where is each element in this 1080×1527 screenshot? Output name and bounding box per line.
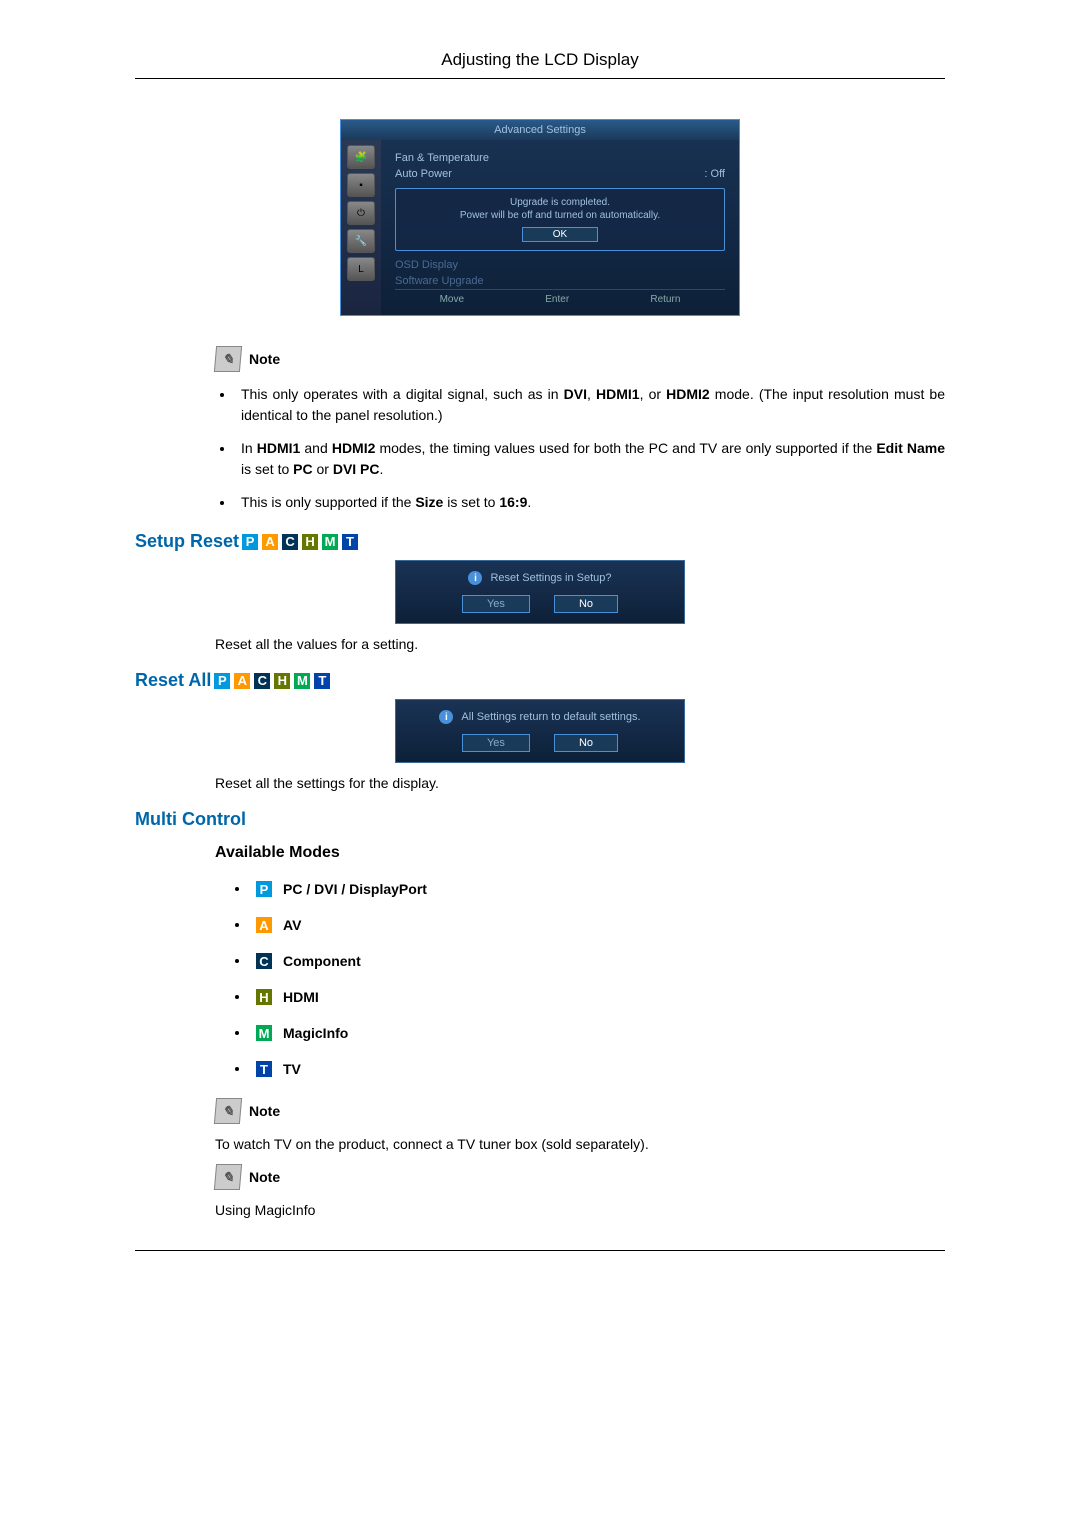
badge-p-icon: P <box>255 880 273 898</box>
osd-side-icon: 🧩 <box>347 145 375 169</box>
multi-control-heading: Multi Control <box>135 809 945 830</box>
badge-c-icon: C <box>255 952 273 970</box>
mode-item-hdmi: H HDMI <box>235 988 945 1006</box>
badge-m-icon: M <box>293 672 311 690</box>
osd-title: Advanced Settings <box>341 120 739 140</box>
footer-rule <box>135 1250 945 1251</box>
reset-all-description: Reset all the settings for the display. <box>215 775 945 791</box>
badge-h-icon: H <box>273 672 291 690</box>
badge-t-icon: T <box>255 1060 273 1078</box>
mode-item-av: A AV <box>235 916 945 934</box>
osd-side-icon: 🔧 <box>347 229 375 253</box>
note-label: Note <box>249 1103 280 1119</box>
osd-footer-return: Return <box>650 294 680 305</box>
note-icon: ✎ <box>214 1098 242 1124</box>
note-label: Note <box>249 1169 280 1185</box>
badge-c-icon: C <box>253 672 271 690</box>
osd-side-icon: L <box>347 257 375 281</box>
osd-fan-temp: Fan & Temperature <box>395 152 725 164</box>
note-label: Note <box>249 351 280 367</box>
reset-all-yes-button[interactable]: Yes <box>462 734 530 752</box>
osd-side-icon: ▪ <box>347 173 375 197</box>
badge-h-icon: H <box>301 533 319 551</box>
osd-popup: Upgrade is completed. Power will be off … <box>395 188 725 251</box>
osd-popup-line1: Upgrade is completed. <box>408 197 712 208</box>
note-text: Using MagicInfo <box>215 1202 945 1218</box>
badge-m-icon: M <box>255 1024 273 1042</box>
note-bullet: In HDMI1 and HDMI2 modes, the timing val… <box>235 438 945 480</box>
badge-h-icon: H <box>255 988 273 1006</box>
osd-osd-display: OSD Display <box>395 259 725 271</box>
osd-advanced-settings: Advanced Settings 🧩 ▪ ⏻ 🔧 L Fan & Temper… <box>135 119 945 316</box>
osd-auto-power-value: : Off <box>704 168 725 180</box>
osd-popup-line2: Power will be off and turned on automati… <box>408 210 712 221</box>
badge-t-icon: T <box>313 672 331 690</box>
mode-item-component: C Component <box>235 952 945 970</box>
badge-a-icon: A <box>255 916 273 934</box>
setup-reset-message: Reset Settings in Setup? <box>490 572 611 584</box>
reset-all-message: All Settings return to default settings. <box>461 711 640 723</box>
osd-footer-move: Move <box>440 294 464 305</box>
note-icon: ✎ <box>214 1164 242 1190</box>
note-icon: ✎ <box>214 346 242 372</box>
page-title: Adjusting the LCD Display <box>135 50 945 79</box>
reset-all-no-button[interactable]: No <box>554 734 618 752</box>
setup-reset-yes-button[interactable]: Yes <box>462 595 530 613</box>
note-bullet: This is only supported if the Size is se… <box>235 492 945 513</box>
note-text: To watch TV on the product, connect a TV… <box>215 1136 945 1152</box>
info-icon: i <box>468 571 482 585</box>
reset-all-dialog: i All Settings return to default setting… <box>395 699 685 763</box>
mode-item-pc: P PC / DVI / DisplayPort <box>235 880 945 898</box>
setup-reset-no-button[interactable]: No <box>554 595 618 613</box>
available-modes-heading: Available Modes <box>215 844 945 862</box>
osd-ok-button[interactable]: OK <box>522 227 598 242</box>
badge-p-icon: P <box>241 533 259 551</box>
mode-item-tv: T TV <box>235 1060 945 1078</box>
osd-side-icon: ⏻ <box>347 201 375 225</box>
mode-item-magicinfo: M MagicInfo <box>235 1024 945 1042</box>
osd-footer-enter: Enter <box>545 294 569 305</box>
badge-a-icon: A <box>233 672 251 690</box>
setup-reset-heading: Setup Reset P A C H M T <box>135 531 945 552</box>
setup-reset-description: Reset all the values for a setting. <box>215 636 945 652</box>
badge-a-icon: A <box>261 533 279 551</box>
badge-c-icon: C <box>281 533 299 551</box>
info-icon: i <box>439 710 453 724</box>
badge-p-icon: P <box>213 672 231 690</box>
reset-all-heading: Reset All P A C H M T <box>135 670 945 691</box>
badge-t-icon: T <box>341 533 359 551</box>
note-bullet: This only operates with a digital signal… <box>235 384 945 426</box>
osd-auto-power-label: Auto Power <box>395 168 704 180</box>
badge-m-icon: M <box>321 533 339 551</box>
osd-software-upgrade: Software Upgrade <box>395 275 725 287</box>
setup-reset-dialog: i Reset Settings in Setup? Yes No <box>395 560 685 624</box>
